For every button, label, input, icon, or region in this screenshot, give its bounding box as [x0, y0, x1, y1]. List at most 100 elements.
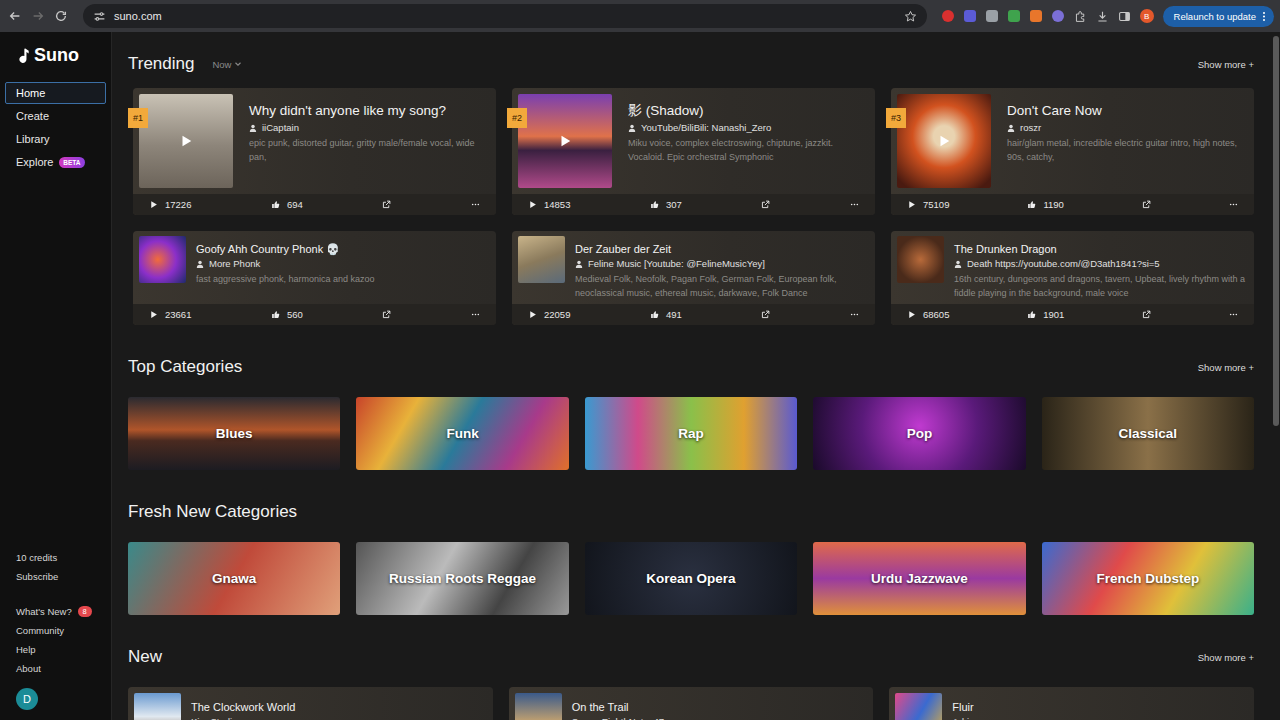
time-filter-dropdown[interactable]: Now [212, 59, 243, 70]
song-card[interactable]: Der Zauber der ZeitFeline Music [Youtube… [512, 231, 875, 325]
share-icon[interactable] [382, 310, 391, 319]
share-icon[interactable] [761, 200, 770, 209]
sidebar-item[interactable]: Library [5, 128, 106, 150]
url-text[interactable]: suno.com [114, 10, 162, 22]
song-title[interactable]: 影 (Shadow) [628, 101, 865, 121]
category-tile[interactable]: Rap [585, 397, 797, 470]
forward-arrow-icon[interactable] [31, 9, 45, 23]
like-count[interactable]: 560 [271, 309, 303, 320]
song-artist[interactable]: Death https://youtube.com/@D3ath1841?si=… [954, 258, 1246, 269]
sidebar-link[interactable]: Help [5, 640, 106, 659]
sidebar-link[interactable]: About [5, 659, 106, 678]
user-avatar[interactable]: D [16, 688, 38, 710]
song-title[interactable]: Why didn't anyone like my song? [249, 101, 486, 121]
category-tile[interactable]: Blues [128, 397, 340, 470]
like-count[interactable]: 307 [650, 199, 682, 210]
more-options-icon[interactable] [850, 200, 859, 209]
song-cover[interactable] [515, 693, 562, 720]
play-count[interactable]: 23661 [149, 309, 191, 320]
play-icon[interactable] [558, 134, 572, 148]
sidebar-item[interactable]: ExploreBETA [5, 151, 106, 173]
more-options-icon[interactable] [850, 310, 859, 319]
more-options-icon[interactable] [471, 200, 480, 209]
song-artist[interactable]: More Phonk [196, 258, 488, 269]
play-icon[interactable] [179, 134, 193, 148]
song-title[interactable]: Fluir [952, 700, 1248, 715]
sidebar-item[interactable]: Create [5, 105, 106, 127]
back-arrow-icon[interactable] [8, 9, 22, 23]
category-tile[interactable]: Russian Roots Reggae [356, 542, 568, 615]
like-count[interactable]: 1190 [1027, 199, 1063, 210]
share-icon[interactable] [382, 200, 391, 209]
song-card[interactable]: Goofy Ahh Country Phonk 💀More Phonkfast … [133, 231, 496, 325]
song-cover[interactable] [134, 693, 181, 720]
song-title[interactable]: The Drunken Dragon [954, 242, 1246, 257]
sidebar-item[interactable]: Home [5, 82, 106, 104]
song-artist[interactable]: Adriano [952, 716, 1248, 720]
download-icon[interactable] [1096, 10, 1109, 23]
song-title[interactable]: Der Zauber der Zeit [575, 242, 867, 257]
extension-icon[interactable] [1008, 10, 1020, 22]
sidebar-link[interactable]: What's New?8 [5, 602, 106, 621]
song-cover[interactable] [139, 236, 186, 283]
song-card[interactable]: #2影 (Shadow)YouTube/BiliBili: Nanashi_Ze… [512, 88, 875, 215]
song-card[interactable]: The Drunken DragonDeath https://youtube.… [891, 231, 1254, 325]
reload-icon[interactable] [54, 9, 68, 23]
extension-icon[interactable] [986, 10, 998, 22]
category-tile[interactable]: Urdu Jazzwave [813, 542, 1025, 615]
show-more-link[interactable]: Show more + [1198, 652, 1254, 663]
share-icon[interactable] [1142, 200, 1151, 209]
song-card[interactable]: On the TrailSevereEighthNotes47 [509, 687, 874, 720]
share-icon[interactable] [761, 310, 770, 319]
song-card[interactable]: #1Why didn't anyone like my song?iiCapta… [133, 88, 496, 215]
like-count[interactable]: 491 [650, 309, 682, 320]
share-icon[interactable] [1142, 310, 1151, 319]
play-count[interactable]: 75109 [907, 199, 949, 210]
song-artist[interactable]: YouTube/BiliBili: Nanashi_Zero [628, 122, 865, 133]
category-tile[interactable]: French Dubstep [1042, 542, 1254, 615]
extension-icon[interactable] [1052, 10, 1064, 22]
song-artist[interactable]: iiCaptain [249, 122, 486, 133]
play-count[interactable]: 22059 [528, 309, 570, 320]
song-artist[interactable]: SevereEighthNotes47 [572, 716, 868, 720]
relaunch-button[interactable]: Relaunch to update [1163, 6, 1274, 27]
play-count[interactable]: 68605 [907, 309, 949, 320]
song-cover[interactable] [895, 693, 942, 720]
category-tile[interactable]: Pop [813, 397, 1025, 470]
address-bar[interactable]: suno.com [83, 4, 927, 28]
song-card[interactable]: FluirAdriano [889, 687, 1254, 720]
more-options-icon[interactable] [471, 310, 480, 319]
site-settings-icon[interactable] [93, 10, 106, 23]
scrollbar-thumb[interactable] [1273, 36, 1279, 426]
song-title[interactable]: The Clockwork World [191, 700, 487, 715]
play-icon[interactable] [937, 134, 951, 148]
song-cover[interactable] [897, 236, 944, 283]
play-count[interactable]: 17226 [149, 199, 191, 210]
side-panel-icon[interactable] [1118, 10, 1131, 23]
category-tile[interactable]: Funk [356, 397, 568, 470]
scrollbar[interactable] [1272, 32, 1280, 720]
song-title[interactable]: Don't Care Now [1007, 101, 1244, 121]
song-artist[interactable]: Kire Studios [191, 716, 487, 720]
sidebar-link[interactable]: Community [5, 621, 106, 640]
song-title[interactable]: Goofy Ahh Country Phonk 💀 [196, 242, 488, 257]
extension-icon[interactable] [1030, 10, 1042, 22]
song-card[interactable]: The Clockwork WorldKire Studios [128, 687, 493, 720]
show-more-link[interactable]: Show more + [1198, 59, 1254, 70]
logo[interactable]: Suno [5, 44, 106, 66]
like-count[interactable]: 1901 [1027, 309, 1064, 320]
bookmark-star-icon[interactable] [904, 10, 917, 23]
song-cover[interactable] [518, 236, 565, 283]
play-count[interactable]: 14853 [528, 199, 570, 210]
show-more-link[interactable]: Show more + [1198, 362, 1254, 373]
extension-icon[interactable] [942, 10, 954, 22]
song-card[interactable]: #3Don't Care Nowroszrhair/glam metal, in… [891, 88, 1254, 215]
subscribe-link[interactable]: Subscribe [5, 567, 106, 586]
extension-icon[interactable] [964, 10, 976, 22]
puzzle-icon[interactable] [1074, 10, 1087, 23]
profile-avatar[interactable]: B [1140, 9, 1154, 23]
like-count[interactable]: 694 [271, 199, 303, 210]
more-options-icon[interactable] [1229, 200, 1238, 209]
song-artist[interactable]: roszr [1007, 122, 1244, 133]
category-tile[interactable]: Gnawa [128, 542, 340, 615]
